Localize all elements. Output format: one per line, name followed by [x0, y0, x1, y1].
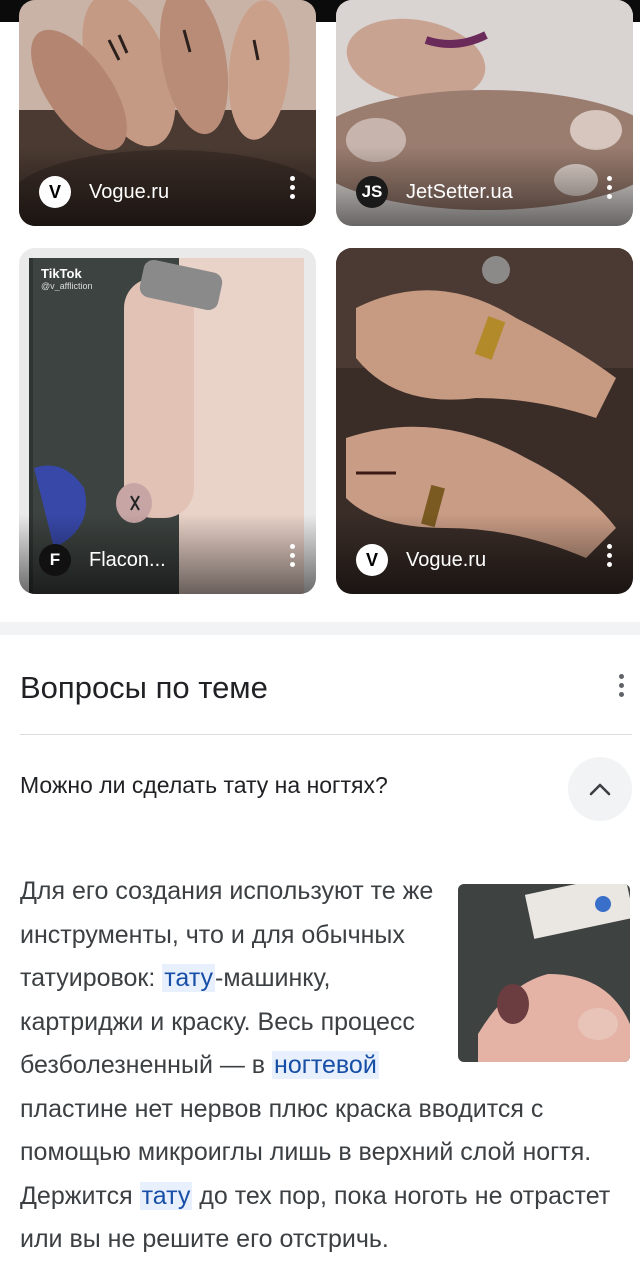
image-result-card[interactable]: V Vogue.ru: [19, 0, 316, 226]
source-name: JetSetter.ua: [406, 180, 513, 203]
nail-photo: [458, 884, 630, 1062]
image-result-card[interactable]: TikTok @v_affliction F Flacon...: [19, 248, 316, 594]
source-name: Vogue.ru: [406, 548, 487, 571]
answer-thumbnail[interactable]: [458, 884, 630, 1062]
more-vert-icon[interactable]: [282, 544, 302, 572]
image-result-card[interactable]: JS JetSetter.ua: [336, 0, 633, 226]
question-toggle[interactable]: Можно ли сделать тату на ногтях?: [20, 772, 388, 799]
image-source[interactable]: V Vogue.ru: [39, 176, 169, 208]
collapse-button[interactable]: [568, 757, 632, 821]
chevron-up-icon: [589, 783, 611, 796]
highlight: ногтевой: [272, 1051, 379, 1079]
vogue-logo-icon: V: [356, 544, 388, 576]
flacon-logo-icon: F: [39, 544, 71, 576]
section-divider: [0, 622, 640, 635]
answer-text: Для его создания используют те же инстру…: [20, 870, 630, 1262]
tiktok-watermark: TikTok @v_affliction: [41, 266, 93, 291]
more-vert-icon[interactable]: [599, 544, 619, 572]
source-name: Flacon...: [89, 548, 166, 571]
image-source[interactable]: F Flacon...: [39, 544, 166, 576]
vogue-logo-icon: V: [39, 176, 71, 208]
source-name: Vogue.ru: [89, 180, 170, 203]
divider: [20, 734, 632, 735]
image-source[interactable]: JS JetSetter.ua: [356, 176, 513, 208]
image-result-card[interactable]: V Vogue.ru: [336, 248, 633, 594]
jetsetter-logo-icon: JS: [356, 176, 388, 208]
section-title: Вопросы по теме: [20, 670, 268, 705]
more-vert-icon[interactable]: [612, 674, 630, 704]
highlight: тату: [162, 964, 216, 992]
more-vert-icon[interactable]: [282, 176, 302, 204]
more-vert-icon[interactable]: [599, 176, 619, 204]
image-source[interactable]: V Vogue.ru: [356, 544, 486, 576]
highlight: тату: [139, 1181, 193, 1210]
